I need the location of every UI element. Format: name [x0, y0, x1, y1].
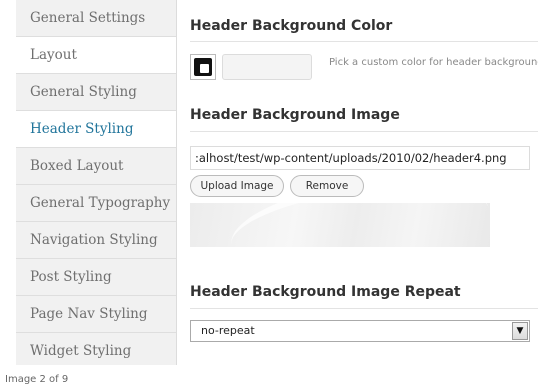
- sidebar-item-navigation-styling[interactable]: Navigation Styling: [16, 222, 176, 259]
- header-bg-repeat-title: Header Background Image Repeat: [190, 284, 461, 300]
- header-bg-repeat-selected: no-repeat: [201, 324, 255, 337]
- sidebar-item-general-styling[interactable]: General Styling: [16, 74, 176, 111]
- sidebar-item-page-nav-styling[interactable]: Page Nav Styling: [16, 296, 176, 333]
- header-bg-color-input[interactable]: [222, 54, 312, 80]
- header-bg-repeat-select[interactable]: no-repeat ▼: [190, 320, 530, 342]
- header-bg-image-title: Header Background Image: [190, 107, 400, 123]
- sidebar-item-post-styling[interactable]: Post Styling: [16, 259, 176, 296]
- section-divider: [190, 308, 538, 309]
- color-swatch-button[interactable]: [190, 54, 216, 80]
- preview-swoosh: [225, 203, 490, 247]
- sidebar-item-header-styling[interactable]: Header Styling: [16, 111, 176, 148]
- header-bg-color-hint: Pick a custom color for header backgroun…: [329, 57, 538, 68]
- settings-sidebar: General Settings Layout General Styling …: [16, 0, 177, 365]
- image-caption: Image 2 of 9: [5, 374, 69, 385]
- remove-image-button[interactable]: Remove: [290, 175, 364, 197]
- color-picker-icon: [200, 64, 209, 73]
- color-swatch-preview: [194, 58, 212, 76]
- header-bg-color-title: Header Background Color: [190, 18, 393, 34]
- chevron-down-icon[interactable]: ▼: [512, 322, 528, 340]
- section-divider: [190, 131, 538, 132]
- section-divider: [190, 41, 538, 42]
- sidebar-item-boxed-layout[interactable]: Boxed Layout: [16, 148, 176, 185]
- header-bg-image-url-input[interactable]: :alhost/test/wp-content/uploads/2010/02/…: [190, 146, 530, 170]
- sidebar-item-widget-styling[interactable]: Widget Styling: [16, 333, 176, 365]
- sidebar-item-general-typography[interactable]: General Typography: [16, 185, 176, 222]
- sidebar-item-layout[interactable]: Layout: [16, 37, 176, 74]
- header-image-preview: [190, 203, 490, 247]
- upload-image-button[interactable]: Upload Image: [190, 175, 284, 197]
- sidebar-item-general-settings[interactable]: General Settings: [16, 0, 176, 37]
